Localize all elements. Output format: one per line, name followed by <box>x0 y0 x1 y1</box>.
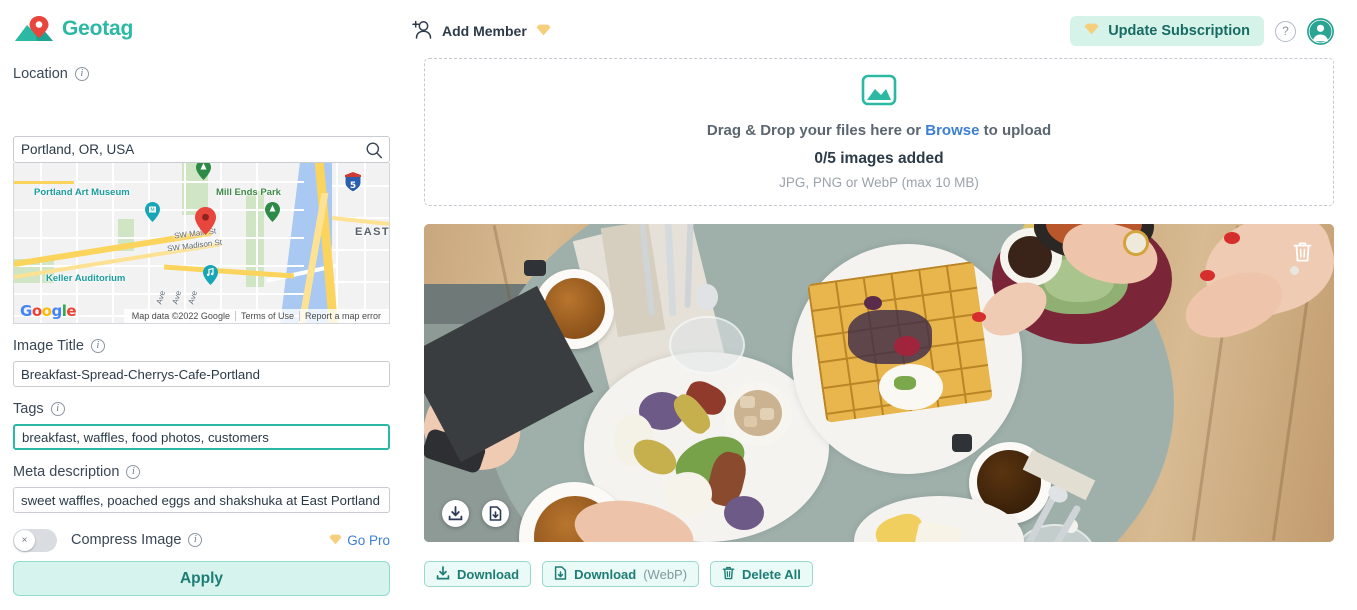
download-icon <box>436 565 450 583</box>
go-pro-label: Go Pro <box>347 532 390 548</box>
image-download-webp-button[interactable] <box>482 500 509 527</box>
left-sidebar: Geotag Location i Portland, OR, USA 5 Po… <box>0 0 402 610</box>
location-label: Location i <box>13 66 390 82</box>
meta-description-label-text: Meta description <box>13 464 120 480</box>
auditorium-pin[interactable] <box>203 265 218 285</box>
dropzone-prompt: Drag & Drop your files here or Browse to… <box>707 122 1051 139</box>
svg-text:M: M <box>150 208 154 214</box>
map-data-text: Map data ©2022 Google <box>131 311 230 321</box>
info-icon[interactable]: i <box>90 339 105 353</box>
delete-image-button[interactable] <box>1288 238 1316 266</box>
info-icon[interactable]: i <box>188 533 203 547</box>
delete-all-button[interactable]: Delete All <box>710 561 813 587</box>
google-logo: Google <box>20 302 77 320</box>
help-glyph: ? <box>1282 24 1289 38</box>
tags-input[interactable] <box>13 424 390 450</box>
top-bar: Add Member Update Subscription ? <box>412 0 1334 58</box>
location-search-input[interactable] <box>14 137 389 162</box>
map-label-keller-auditorium: Keller Auditorium <box>46 273 126 284</box>
breakfast-photo <box>424 224 1334 542</box>
images-added-count: 0/5 images added <box>814 150 944 167</box>
info-icon[interactable]: i <box>126 465 141 479</box>
report-map-error-link[interactable]: Report a map error <box>300 311 386 321</box>
compress-image-label: Compress Image i <box>71 532 203 548</box>
compress-image-label-text: Compress Image <box>71 532 182 548</box>
image-placeholder-icon <box>861 74 897 111</box>
logo-text: Geotag <box>62 17 134 40</box>
tags-group: Tags i <box>13 401 390 450</box>
image-title-label: Image Title i <box>13 338 390 354</box>
file-icon <box>554 565 567 583</box>
map-label-mill-ends-park: Mill Ends Park <box>216 187 281 198</box>
app-root: Geotag Location i Portland, OR, USA 5 Po… <box>0 0 1357 610</box>
svg-text:5: 5 <box>350 181 356 191</box>
download-button[interactable]: Download <box>424 561 532 587</box>
location-search-box[interactable] <box>13 136 390 163</box>
download-webp-button-label: Download <box>574 566 637 582</box>
download-webp-suffix: (WebP) <box>643 566 688 582</box>
search-icon[interactable] <box>364 140 384 160</box>
image-title-label-text: Image Title <box>13 338 84 354</box>
image-preview[interactable] <box>424 224 1334 542</box>
apply-button[interactable]: Apply <box>13 561 390 596</box>
info-icon[interactable]: i <box>50 402 65 416</box>
geotag-pin-icon <box>13 14 59 44</box>
image-title-group: Image Title i <box>13 338 390 387</box>
map-label-east: EAST <box>355 226 390 238</box>
browse-link[interactable]: Browse <box>925 122 979 139</box>
compress-image-row: × Compress Image i Go Pro <box>13 528 390 552</box>
add-member-button[interactable]: Add Member <box>412 20 551 42</box>
main-content: Add Member Update Subscription ? Drag & … <box>402 0 1357 610</box>
dropzone-prompt-prefix: Drag & Drop your files here or <box>706 122 926 139</box>
diamond-icon <box>1084 23 1099 39</box>
meta-description-group: Meta description i <box>13 464 390 513</box>
info-icon[interactable]: i <box>74 67 89 81</box>
user-avatar[interactable] <box>1307 17 1334 45</box>
toggle-off-glyph: × <box>21 534 28 546</box>
diamond-icon <box>329 533 342 548</box>
update-subscription-button[interactable]: Update Subscription <box>1070 16 1264 46</box>
diamond-icon <box>536 23 551 39</box>
add-member-label: Add Member <box>442 23 527 39</box>
update-subscription-label: Update Subscription <box>1108 23 1250 39</box>
park-pin-north[interactable] <box>196 163 211 180</box>
top-bar-actions: Update Subscription ? <box>1070 16 1334 46</box>
location-label-text: Location <box>13 66 68 82</box>
tags-label: Tags i <box>13 401 390 417</box>
trash-icon <box>722 566 735 583</box>
help-icon[interactable]: ? <box>1275 20 1296 42</box>
meta-description-input[interactable] <box>13 487 390 513</box>
bottom-action-bar: Download Download (WebP) Delete All <box>424 561 1334 587</box>
selected-location-pin[interactable] <box>195 207 216 235</box>
delete-all-button-label: Delete All <box>742 566 801 582</box>
toggle-knob: × <box>14 529 35 551</box>
park-pin-east[interactable] <box>265 202 280 222</box>
add-member-icon <box>412 20 433 42</box>
image-title-input[interactable] <box>13 361 390 387</box>
download-webp-button[interactable]: Download (WebP) <box>542 561 700 587</box>
accepted-formats-text: JPG, PNG or WebP (max 10 MB) <box>779 175 979 190</box>
download-button-label: Download <box>457 566 520 582</box>
museum-pin[interactable]: M <box>145 202 160 222</box>
meta-description-label: Meta description i <box>13 464 390 480</box>
compress-image-toggle[interactable]: × <box>13 528 57 552</box>
map-label-art-museum: Portland Art Museum <box>34 187 130 198</box>
apply-button-label: Apply <box>179 569 224 587</box>
map-attribution: Map data ©2022 Google Terms of Use Repor… <box>123 309 389 323</box>
dropzone-prompt-suffix: to upload <box>979 122 1052 139</box>
go-pro-link[interactable]: Go Pro <box>329 533 390 548</box>
interstate-5-shield: 5 <box>344 171 362 198</box>
tags-label-text: Tags <box>13 401 44 417</box>
app-logo[interactable]: Geotag <box>13 14 390 44</box>
image-download-button[interactable] <box>442 500 469 527</box>
location-map[interactable]: 5 Portland Art Museum Mill Ends Park Kel… <box>13 163 390 324</box>
terms-of-use-link[interactable]: Terms of Use <box>236 311 299 321</box>
upload-dropzone[interactable]: Drag & Drop your files here or Browse to… <box>424 58 1334 206</box>
